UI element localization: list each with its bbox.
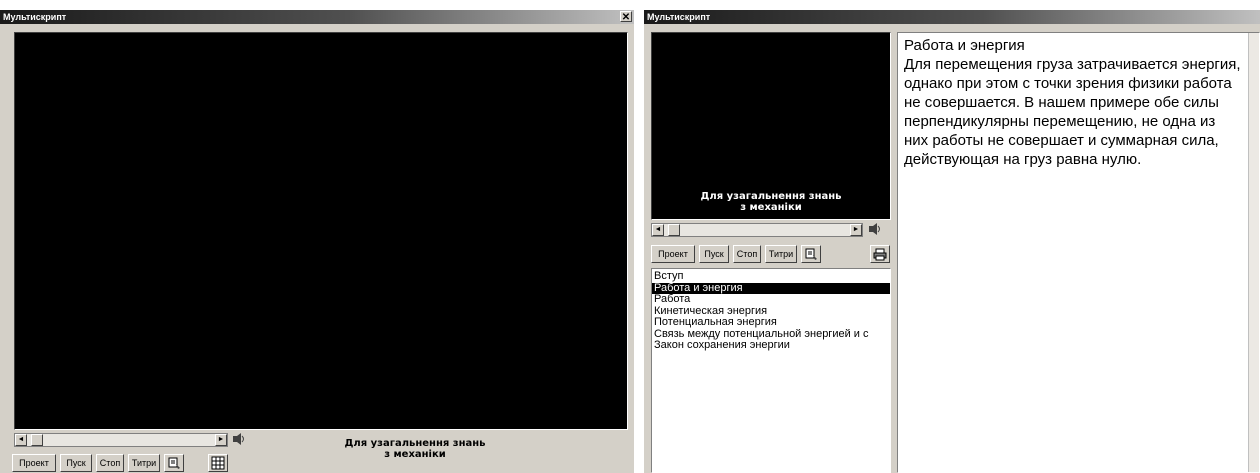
scroll-right-icon[interactable]: ► bbox=[215, 434, 227, 446]
article-panel[interactable]: Работа и энергия Для перемещения груза з… bbox=[897, 32, 1260, 473]
article-scrollbar[interactable] bbox=[1248, 33, 1259, 472]
article-content: Работа и энергия Для перемещения груза з… bbox=[898, 33, 1259, 172]
list-item[interactable]: Потенциальная энергия bbox=[652, 317, 890, 329]
tool-button[interactable] bbox=[801, 245, 821, 263]
project-button[interactable]: Проект bbox=[651, 245, 695, 263]
sound-icon[interactable] bbox=[232, 432, 246, 446]
scroll-left-icon[interactable]: ◄ bbox=[652, 224, 664, 236]
print-button[interactable] bbox=[870, 245, 890, 263]
left-video-screen bbox=[14, 32, 628, 430]
print-icon bbox=[873, 248, 887, 261]
start-button[interactable]: Пуск bbox=[60, 454, 92, 472]
close-icon[interactable]: ✕ bbox=[620, 11, 632, 23]
titles-button[interactable]: Титри bbox=[765, 245, 797, 263]
start-button[interactable]: Пуск bbox=[699, 245, 729, 263]
left-window-title: Мультискрипт bbox=[3, 12, 67, 22]
article-body: Для перемещения груза затрачивается энер… bbox=[904, 56, 1241, 168]
list-item[interactable]: Кинетическая энергия bbox=[652, 306, 890, 318]
left-window: Мультискрипт ✕ ◄ ► Проект Пуск Стоп Титр… bbox=[0, 10, 634, 473]
right-video-caption: Для узагальнення знань з механіки bbox=[700, 191, 842, 213]
right-window-title: Мультискрипт bbox=[647, 12, 711, 22]
left-window-titlebar[interactable]: Мультискрипт ✕ bbox=[0, 10, 634, 24]
right-window-titlebar[interactable]: Мультискрипт bbox=[644, 10, 1260, 24]
tool-button[interactable] bbox=[164, 454, 184, 472]
list-item[interactable]: Работа bbox=[652, 294, 890, 306]
list-item[interactable]: Связь между потенциальной энергией и с bbox=[652, 329, 890, 341]
left-caption: Для узагальнення знань з механіки bbox=[344, 438, 486, 460]
right-timeline-scrollbar[interactable]: ◄ ► bbox=[651, 223, 863, 237]
tool-icon bbox=[168, 457, 180, 469]
sound-icon[interactable] bbox=[868, 222, 882, 236]
list-item[interactable]: Закон сохранения энергии bbox=[652, 340, 890, 352]
left-timeline-scrollbar[interactable]: ◄ ► bbox=[14, 433, 228, 447]
list-item[interactable]: Работа и энергия bbox=[652, 282, 890, 294]
grid-icon bbox=[211, 456, 225, 470]
scroll-thumb[interactable] bbox=[668, 224, 680, 236]
tool-icon bbox=[805, 248, 817, 260]
titles-button[interactable]: Титри bbox=[128, 454, 160, 472]
list-item[interactable]: Вступ bbox=[652, 271, 890, 283]
right-window: Мультискрипт Для узагальнення знань з ме… bbox=[644, 10, 1260, 473]
scroll-left-icon[interactable]: ◄ bbox=[15, 434, 27, 446]
stop-button[interactable]: Стоп bbox=[96, 454, 124, 472]
article-title: Работа и энергия bbox=[904, 37, 1025, 54]
project-button[interactable]: Проект bbox=[12, 454, 56, 472]
grid-button[interactable] bbox=[208, 454, 228, 472]
right-video-screen: Для узагальнення знань з механіки bbox=[651, 32, 891, 220]
topic-list[interactable]: Вступ Работа и энергия Работа Кинетическая … bbox=[651, 268, 891, 473]
scroll-thumb[interactable] bbox=[31, 434, 43, 446]
stop-button[interactable]: Стоп bbox=[733, 245, 761, 263]
topic-list-inner: Вступ Работа и энергия Работа Кинетическая … bbox=[652, 269, 890, 352]
scroll-right-icon[interactable]: ► bbox=[850, 224, 862, 236]
